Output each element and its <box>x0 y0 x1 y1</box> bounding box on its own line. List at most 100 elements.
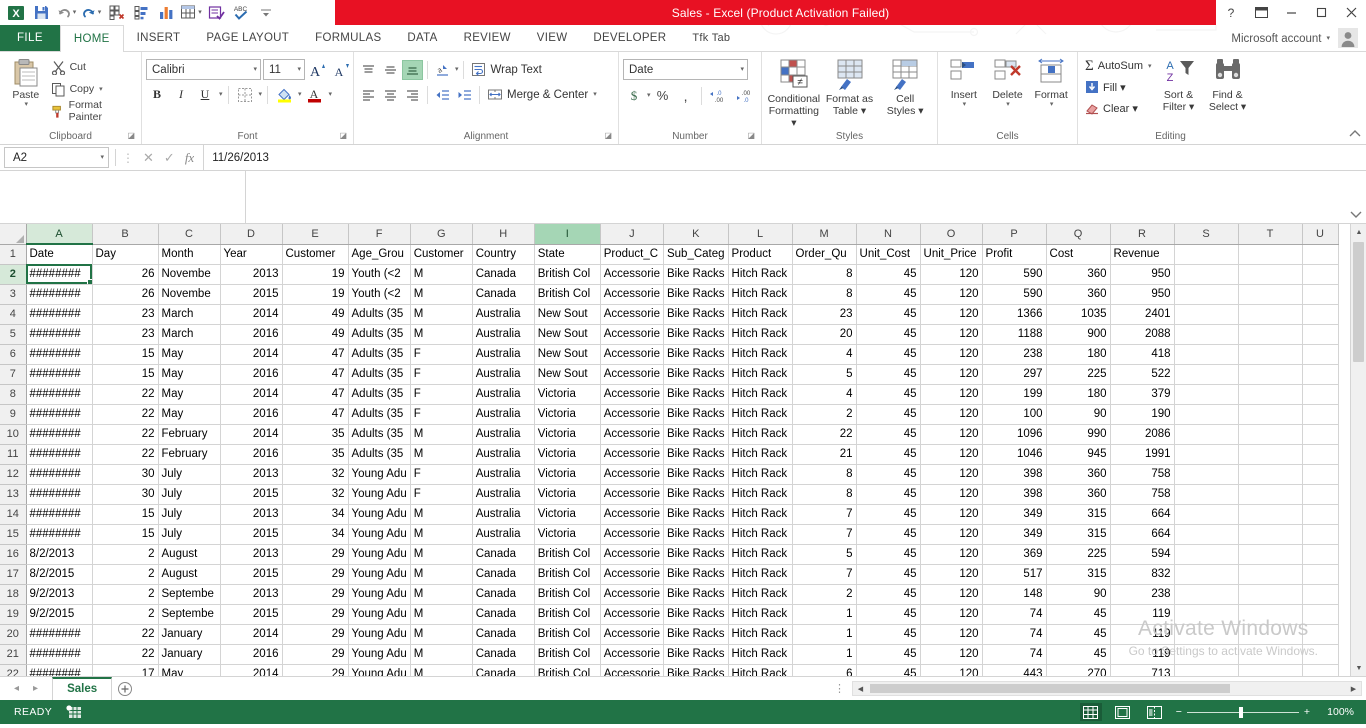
cell-C18[interactable]: Septembe <box>158 584 220 604</box>
clipboard-dialog-launcher[interactable]: ◪ <box>127 128 135 143</box>
row-header-22[interactable]: 22 <box>0 664 26 676</box>
cell-M18[interactable]: 2 <box>792 584 856 604</box>
font-dialog-launcher[interactable]: ◪ <box>339 128 347 143</box>
table-row[interactable]: 13 ######## 30 July 2015 32 Young Adu F Australi… <box>0 484 1338 504</box>
cell-Q7[interactable]: 225 <box>1046 364 1110 384</box>
cell-R2[interactable]: 950 <box>1110 264 1174 284</box>
cell-E10[interactable]: 35 <box>282 424 348 444</box>
cell-S16[interactable] <box>1174 544 1238 564</box>
table-row[interactable]: 22 ######## 17 May 2014 29 Young Adu M Canada Bri… <box>0 664 1338 676</box>
cell-S19[interactable] <box>1174 604 1238 624</box>
cell-O2[interactable]: 120 <box>920 264 982 284</box>
chevron-down-icon[interactable]: ▾ <box>740 66 744 73</box>
merge-and-center-button[interactable]: Merge & Center ▾ <box>484 84 600 105</box>
cell-G11[interactable]: M <box>410 444 472 464</box>
cell-F21[interactable]: Young Adu <box>348 644 410 664</box>
microsoft-account[interactable]: Microsoft account ▾ <box>1231 25 1330 52</box>
cell-K22[interactable]: Bike Racks <box>663 664 728 676</box>
cell-A6[interactable]: ######## <box>26 344 92 364</box>
cell-I5[interactable]: New Sout <box>534 324 600 344</box>
cell-H15[interactable]: Australia <box>472 524 534 544</box>
table-row[interactable]: 7 ######## 15 May 2016 47 Adults (35 F Australia… <box>0 364 1338 384</box>
cell-A10[interactable]: ######## <box>26 424 92 444</box>
cell-O21[interactable]: 120 <box>920 644 982 664</box>
cell-T16[interactable] <box>1238 544 1302 564</box>
cell-K10[interactable]: Bike Racks <box>663 424 728 444</box>
pivot-table-icon[interactable]: ▾ <box>179 2 203 24</box>
cell-P6[interactable]: 238 <box>982 344 1046 364</box>
cell-M7[interactable]: 5 <box>792 364 856 384</box>
cell-D5[interactable]: 2016 <box>220 324 282 344</box>
cell-F8[interactable]: Adults (35 <box>348 384 410 404</box>
horizontal-scroll-thumb[interactable] <box>870 684 1230 693</box>
cell-G20[interactable]: M <box>410 624 472 644</box>
cell-J3[interactable]: Accessorie <box>600 284 663 304</box>
tab-tfk-tab[interactable]: Tfk Tab <box>679 25 743 51</box>
cell-N18[interactable]: 45 <box>856 584 920 604</box>
table-row[interactable]: 4 ######## 23 March 2014 49 Adults (35 M Austral… <box>0 304 1338 324</box>
cell-P18[interactable]: 148 <box>982 584 1046 604</box>
cell-T15[interactable] <box>1238 524 1302 544</box>
column-header-o[interactable]: O <box>920 224 982 244</box>
cell-H18[interactable]: Canada <box>472 584 534 604</box>
cell-J4[interactable]: Accessorie <box>600 304 663 324</box>
sort-filter-icon[interactable] <box>129 2 153 24</box>
cell-L10[interactable]: Hitch Rack <box>728 424 792 444</box>
cell-L5[interactable]: Hitch Rack <box>728 324 792 344</box>
cell-J16[interactable]: Accessorie <box>600 544 663 564</box>
cell-F22[interactable]: Young Adu <box>348 664 410 676</box>
cell-I22[interactable]: British Col <box>534 664 600 676</box>
chevron-down-icon[interactable]: ▾ <box>1006 101 1010 108</box>
cell-styles-button[interactable]: Cell Styles ▾ <box>877 55 933 117</box>
column-header-m[interactable]: M <box>792 224 856 244</box>
cell-L14[interactable]: Hitch Rack <box>728 504 792 524</box>
cell-T21[interactable] <box>1238 644 1302 664</box>
cell-B5[interactable]: 23 <box>92 324 158 344</box>
cell-F3[interactable]: Youth (<2 <box>348 284 410 304</box>
percent-style-button[interactable]: % <box>652 85 674 106</box>
cell-U18[interactable] <box>1302 584 1338 604</box>
cell-C1[interactable]: Month <box>158 244 220 264</box>
cell-P2[interactable]: 590 <box>982 264 1046 284</box>
cell-R6[interactable]: 418 <box>1110 344 1174 364</box>
cell-D1[interactable]: Year <box>220 244 282 264</box>
cell-G6[interactable]: F <box>410 344 472 364</box>
cell-U20[interactable] <box>1302 624 1338 644</box>
cell-N19[interactable]: 45 <box>856 604 920 624</box>
chevron-down-icon[interactable]: ▾ <box>219 91 223 98</box>
scroll-down-button[interactable]: ▼ <box>1351 660 1366 676</box>
cell-J20[interactable]: Accessorie <box>600 624 663 644</box>
cell-D3[interactable]: 2015 <box>220 284 282 304</box>
cell-E6[interactable]: 47 <box>282 344 348 364</box>
cell-R15[interactable]: 664 <box>1110 524 1174 544</box>
cell-O12[interactable]: 120 <box>920 464 982 484</box>
cell-R11[interactable]: 1991 <box>1110 444 1174 464</box>
cell-G3[interactable]: M <box>410 284 472 304</box>
cell-J22[interactable]: Accessorie <box>600 664 663 676</box>
cell-A5[interactable]: ######## <box>26 324 92 344</box>
column-header-s[interactable]: S <box>1174 224 1238 244</box>
cell-J12[interactable]: Accessorie <box>600 464 663 484</box>
cell-U19[interactable] <box>1302 604 1338 624</box>
chevron-down-icon[interactable]: ▾ <box>298 91 302 98</box>
cell-U17[interactable] <box>1302 564 1338 584</box>
cell-N17[interactable]: 45 <box>856 564 920 584</box>
cell-J9[interactable]: Accessorie <box>600 404 663 424</box>
chevron-down-icon[interactable]: ▾ <box>1148 63 1152 70</box>
enter-formula-button[interactable]: ✓ <box>164 150 175 166</box>
cell-O14[interactable]: 120 <box>920 504 982 524</box>
cell-A7[interactable]: ######## <box>26 364 92 384</box>
cell-N8[interactable]: 45 <box>856 384 920 404</box>
cell-N10[interactable]: 45 <box>856 424 920 444</box>
avatar[interactable] <box>1338 28 1358 48</box>
cell-B1[interactable]: Day <box>92 244 158 264</box>
cell-K13[interactable]: Bike Racks <box>663 484 728 504</box>
cell-A8[interactable]: ######## <box>26 384 92 404</box>
cell-H10[interactable]: Australia <box>472 424 534 444</box>
collapse-ribbon-button[interactable] <box>1349 129 1361 142</box>
cell-D10[interactable]: 2014 <box>220 424 282 444</box>
cell-F10[interactable]: Adults (35 <box>348 424 410 444</box>
cell-C13[interactable]: July <box>158 484 220 504</box>
cell-L7[interactable]: Hitch Rack <box>728 364 792 384</box>
horizontal-scrollbar[interactable]: ◀ ▶ <box>852 681 1362 696</box>
